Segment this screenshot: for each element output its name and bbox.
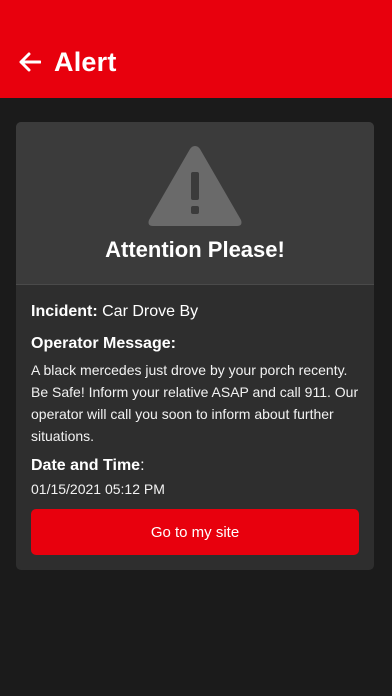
datetime-label: Date and Time <box>31 457 141 474</box>
alert-card-header: Attention Please! <box>16 122 374 285</box>
incident-row: Incident: Car Drove By <box>31 301 359 323</box>
warning-triangle-icon <box>148 146 242 226</box>
operator-message-label: Operator Message: <box>31 335 176 352</box>
page-title: Alert <box>54 46 117 77</box>
operator-message-text: A black mercedes just drove by your porc… <box>31 362 359 444</box>
back-button[interactable] <box>16 48 44 76</box>
app-bar: Alert <box>0 0 392 98</box>
datetime-colon: : <box>140 457 145 474</box>
incident-label: Incident: <box>31 303 98 320</box>
datetime-value: 01/15/2021 05:12 PM <box>31 481 165 497</box>
datetime-row: Date and Time: <box>31 455 359 477</box>
go-to-my-site-button[interactable]: Go to my site <box>31 509 359 555</box>
incident-value: Car Drove By <box>102 303 199 320</box>
alert-card-body: Incident: Car Drove By Operator Message:… <box>16 285 374 499</box>
alert-heading: Attention Please! <box>105 237 285 262</box>
arrow-left-icon <box>19 52 41 72</box>
alert-card: Attention Please! Incident: Car Drove By… <box>16 122 374 570</box>
go-to-my-site-label: Go to my site <box>150 523 240 541</box>
